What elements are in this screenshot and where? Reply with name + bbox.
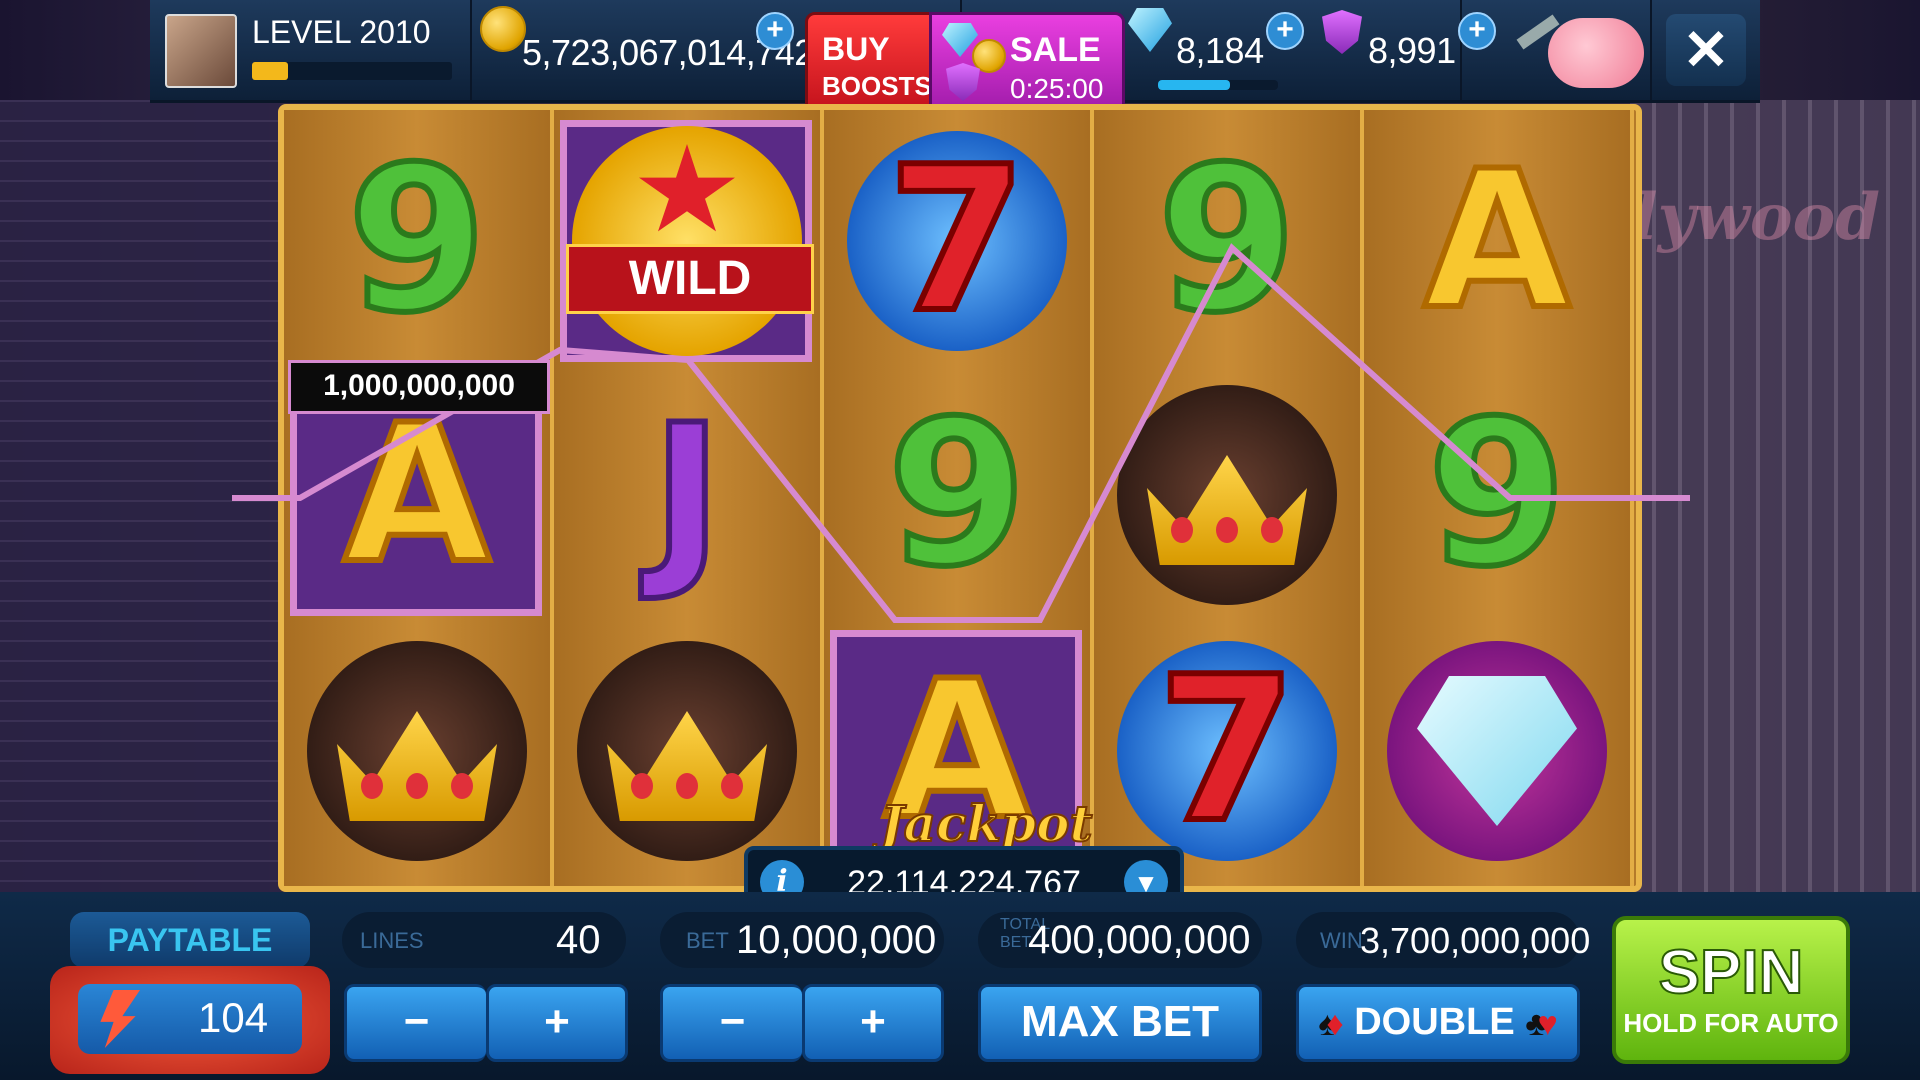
reel-cell: 7: [824, 116, 1090, 366]
boost-counter: 104: [78, 984, 302, 1054]
bet-minus-button[interactable]: −: [660, 984, 802, 1062]
reel-cell: 9: [284, 116, 550, 366]
bet-display: BET 10,000,000: [660, 912, 944, 968]
symbol-a: A: [1420, 130, 1573, 351]
add-coins-button[interactable]: +: [756, 12, 794, 50]
reel-cell: 7: [1094, 626, 1360, 876]
bet-label: BET: [686, 928, 729, 953]
heart-icon: ♥: [1537, 1004, 1558, 1043]
double-button[interactable]: ♠♦ DOUBLE ♣♥: [1296, 984, 1580, 1062]
symbol-9: 9: [1154, 124, 1299, 357]
jackpot-title: Jackpot: [879, 793, 1094, 854]
symbol-crown: [1117, 385, 1337, 605]
total-bet-display: TOTAL BET 400,000,000: [978, 912, 1262, 968]
shield-balance: 8,991: [1368, 30, 1456, 71]
sale-shield-icon: [946, 63, 980, 101]
reel-3: 79A: [824, 110, 1094, 886]
add-shields-button[interactable]: +: [1458, 12, 1496, 50]
reel-5: A9: [1364, 110, 1634, 886]
piggy-bank-button[interactable]: [1548, 18, 1644, 88]
symbol-diamond: [1387, 641, 1607, 861]
reel-cell: [1364, 626, 1630, 876]
symbol-9: 9: [884, 378, 1029, 611]
double-label: DOUBLE: [1354, 1001, 1515, 1043]
diamond-suit-icon: ♦: [1326, 1004, 1344, 1043]
slot-reels: 9 A WILD J 7 9 A 9 7 A 9: [278, 104, 1642, 892]
lightning-bolt-icon: [100, 990, 140, 1048]
lines-plus-button[interactable]: +: [486, 984, 628, 1062]
spin-button[interactable]: SPIN HOLD FOR AUTO: [1612, 916, 1850, 1064]
win-display: WIN 3,700,000,000: [1296, 912, 1590, 968]
symbol-9: 9: [1424, 378, 1569, 611]
sale-timer: 0:25:00: [1010, 73, 1104, 104]
reel-2: WILD J: [554, 110, 824, 886]
reel-cell: 9: [1364, 370, 1630, 620]
player-avatar[interactable]: [165, 14, 237, 88]
spin-label: SPIN: [1658, 937, 1805, 1008]
reel-cell: [554, 626, 820, 876]
player-level: LEVEL 2010: [252, 14, 431, 50]
symbol-9: 9: [344, 124, 489, 357]
symbol-j: J: [649, 384, 726, 605]
reel-cell: [1094, 370, 1360, 620]
reel-cell: 9: [1094, 116, 1360, 366]
sale-button[interactable]: SALE 0:25:00: [929, 12, 1125, 118]
line-win-amount: 1,000,000,000: [288, 360, 550, 414]
xp-progress-fill: [252, 62, 288, 80]
buy-boosts-button[interactable]: BUY BOOSTS: [805, 12, 935, 118]
gem-progress-fill: [1158, 80, 1230, 90]
add-gems-button[interactable]: +: [1266, 12, 1304, 50]
reel-1: 9A: [284, 110, 554, 886]
background-city-left: [0, 100, 280, 900]
bet-value: 10,000,000: [736, 918, 937, 962]
buy-label: BUY: [822, 31, 890, 67]
bet-plus-button[interactable]: +: [802, 984, 944, 1062]
xp-progress-bar: [252, 62, 452, 80]
close-button[interactable]: ✕: [1666, 14, 1746, 86]
gem-balance: 8,184: [1176, 30, 1264, 71]
boost-button[interactable]: 104: [50, 966, 330, 1074]
total-bet-value: 400,000,000: [1028, 918, 1251, 962]
reel-cell: 9: [824, 370, 1090, 620]
paytable-button[interactable]: PAYTABLE: [70, 912, 310, 968]
reel-cell: WILD: [554, 116, 820, 366]
total-bet-label: TOTAL BET: [1000, 916, 1050, 951]
boosts-label: BOOSTS: [822, 71, 932, 101]
symbol-a: A: [340, 384, 493, 605]
boost-count: 104: [198, 994, 269, 1041]
symbol-seven: 7: [847, 131, 1067, 351]
reel-cell: A: [1364, 116, 1630, 366]
symbol-wild: WILD: [566, 126, 814, 356]
sale-label: SALE: [1010, 31, 1101, 69]
spin-sublabel: HOLD FOR AUTO: [1623, 1008, 1839, 1038]
background-hollywood-sign: llywood: [1608, 180, 1880, 255]
max-bet-button[interactable]: MAX BET: [978, 984, 1262, 1062]
lines-value: 40: [556, 918, 601, 962]
lines-label: LINES: [360, 928, 424, 953]
symbol-crown: [307, 641, 527, 861]
reel-4: 97: [1094, 110, 1364, 886]
win-value: 3,700,000,000: [1360, 920, 1591, 961]
reel-cell: J: [554, 370, 820, 620]
symbol-seven: 7: [1117, 641, 1337, 861]
win-label: WIN: [1320, 928, 1363, 953]
lines-minus-button[interactable]: −: [344, 984, 486, 1062]
symbol-crown: [577, 641, 797, 861]
coin-icon: [480, 6, 526, 52]
gem-progress-bar: [1158, 80, 1278, 90]
reel-cell: [284, 626, 550, 876]
lines-display: LINES 40: [342, 912, 626, 968]
